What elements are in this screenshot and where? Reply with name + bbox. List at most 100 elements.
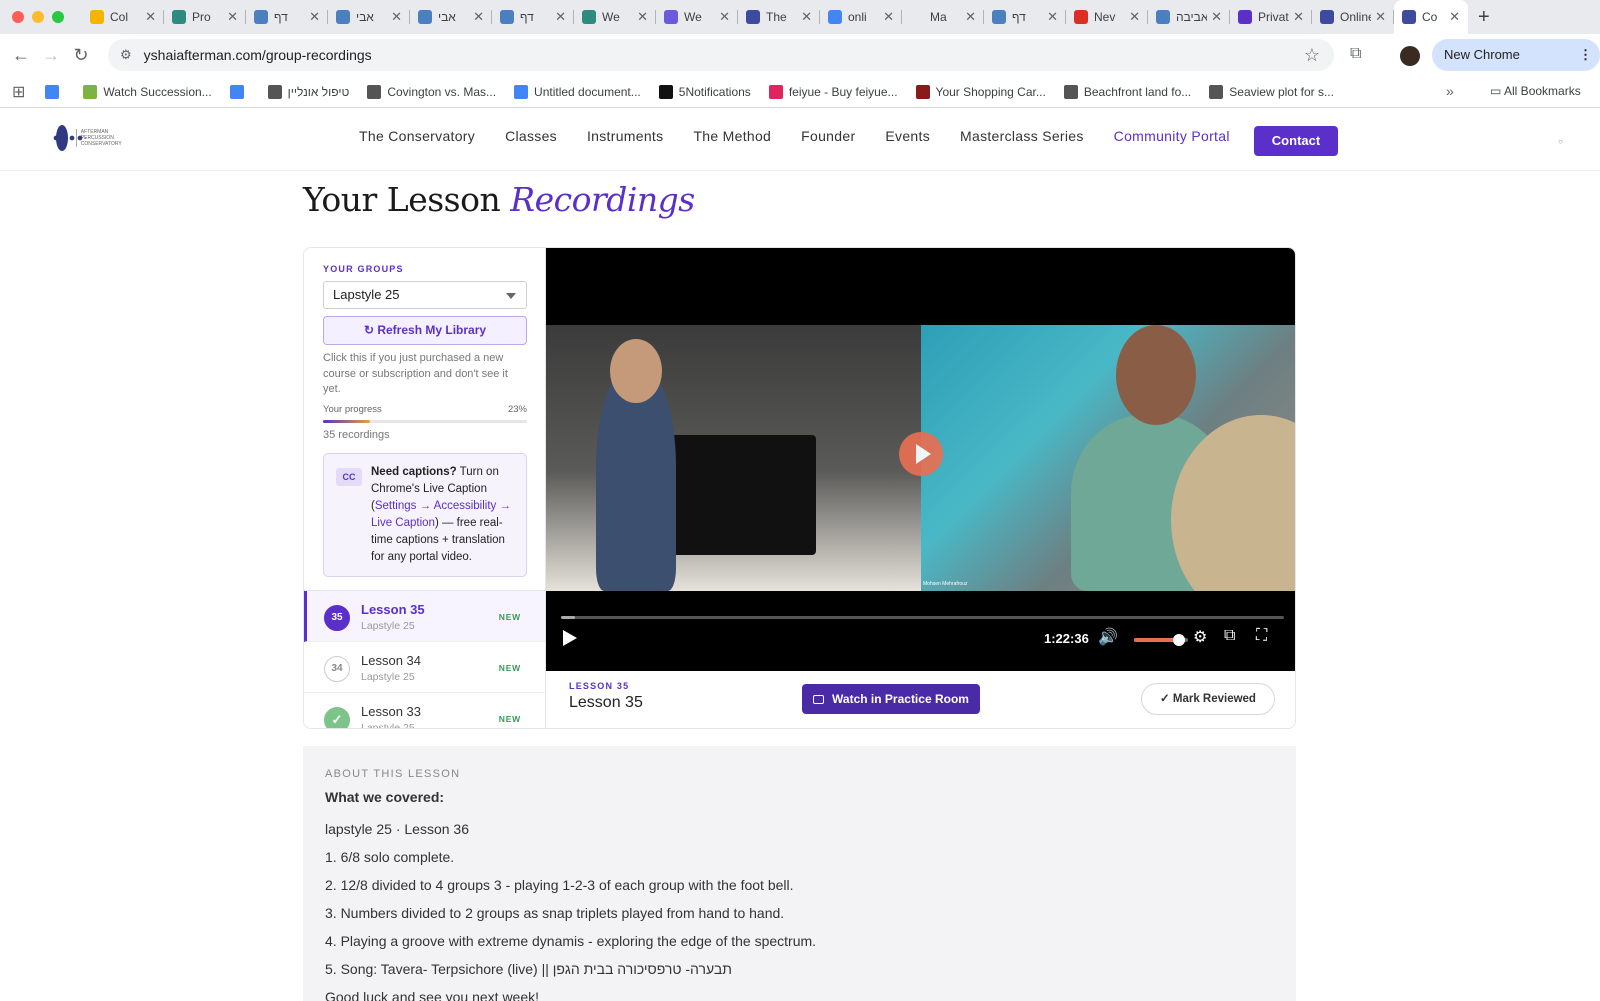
tab-5[interactable]: דף ✕ — [492, 0, 574, 34]
close-window-button[interactable] — [12, 11, 24, 23]
tab-15[interactable]: Online ✕ — [1312, 0, 1394, 34]
tab-4[interactable]: אבי ✕ — [410, 0, 492, 34]
bookmark-label: טיפול אונליין — [287, 84, 350, 99]
nav-link-instruments[interactable]: Instruments — [587, 128, 663, 144]
watch-in-practice-room-button[interactable]: Watch in Practice Room — [802, 684, 980, 714]
tab-6[interactable]: We ✕ — [574, 0, 656, 34]
tab-3[interactable]: אבי ✕ — [328, 0, 410, 34]
close-icon[interactable]: ✕ — [801, 9, 812, 25]
nav-link-community-portal[interactable]: Community Portal — [1114, 128, 1230, 144]
group-select[interactable]: Lapstyle 25 — [323, 281, 527, 309]
bookmark-item[interactable]: טיפול אונליין — [267, 84, 350, 99]
back-arrow-icon[interactable]: ← — [6, 45, 36, 66]
nav-link-the-conservatory[interactable]: The Conservatory — [359, 128, 475, 144]
close-icon[interactable]: ✕ — [555, 9, 566, 25]
new-tab-button[interactable]: + — [1478, 6, 1490, 29]
popout-icon[interactable]: ⧉ — [1224, 627, 1235, 645]
bookmark-item[interactable]: Watch Succession... — [83, 84, 212, 99]
menu-kebab-icon[interactable]: ⋮ — [1579, 39, 1592, 71]
play-icon[interactable] — [563, 630, 577, 646]
extensions-icon[interactable]: ⧉ — [1350, 45, 1361, 63]
big-play-icon[interactable] — [899, 432, 943, 476]
bookmark-item[interactable]: Covington vs. Mas... — [367, 84, 496, 99]
video-player[interactable]: Mohsen Mehrafrouz 1:22:36 🔊 ⚙ ⧉ ⛶ — [546, 248, 1295, 671]
close-icon[interactable]: ✕ — [227, 9, 238, 25]
bookmark-item[interactable]: Seaview plot for s... — [1209, 84, 1334, 99]
address-bar[interactable]: ⚙ yshaiafterman.com/group-recordings ☆ — [108, 39, 1334, 71]
tab-7[interactable]: We ✕ — [656, 0, 738, 34]
tab-10[interactable]: Ma ✕ — [902, 0, 984, 34]
tab-title: אבי — [356, 10, 374, 24]
apps-grid-icon[interactable]: ⊞ — [12, 82, 25, 102]
volume-icon[interactable]: 🔊 — [1098, 627, 1118, 647]
captions-tip-heading: Need captions? — [371, 466, 457, 478]
bookmark-item[interactable]: feiyue - Buy feiyue... — [768, 84, 898, 99]
close-icon[interactable]: ✕ — [719, 9, 730, 25]
close-icon[interactable]: ✕ — [145, 9, 156, 25]
forward-arrow-icon[interactable]: → — [36, 45, 66, 66]
close-icon[interactable]: ✕ — [1211, 9, 1222, 25]
close-icon[interactable]: ✕ — [1047, 9, 1058, 25]
close-icon[interactable]: ✕ — [391, 9, 402, 25]
close-icon[interactable]: ✕ — [1293, 9, 1304, 25]
seek-bar[interactable] — [561, 616, 1284, 619]
tab-11[interactable]: דף ✕ — [984, 0, 1066, 34]
nav-link-masterclass-series[interactable]: Masterclass Series — [960, 128, 1084, 144]
lesson-list-item[interactable]: 34 Lesson 34 Lapstyle 25 NEW — [304, 642, 545, 693]
close-icon[interactable]: ✕ — [1129, 9, 1140, 25]
update-chrome-button[interactable]: New Chrome available ⋮ — [1432, 39, 1600, 94]
person-left-head-shape — [610, 339, 662, 403]
bookmark-favicon — [1063, 84, 1078, 99]
close-icon[interactable]: ✕ — [1375, 9, 1386, 25]
tab-12[interactable]: Nev ✕ — [1066, 0, 1148, 34]
tab-title: Nev — [1094, 10, 1116, 24]
bookmark-item[interactable]: 5Notifications — [658, 84, 751, 99]
close-icon[interactable]: ✕ — [883, 9, 894, 25]
bookmark-item[interactable]: Your Shopping Car... — [915, 84, 1046, 99]
tab-active[interactable]: Co ✕ — [1394, 0, 1468, 34]
close-icon[interactable]: ✕ — [1449, 9, 1460, 25]
tab-8[interactable]: The ✕ — [738, 0, 820, 34]
tab-9[interactable]: onli ✕ — [820, 0, 902, 34]
tab-13[interactable]: אביבה ✕ — [1148, 0, 1230, 34]
lesson-list-item[interactable]: ✓ Lesson 33 Lapstyle 25 NEW — [304, 693, 545, 728]
refresh-library-button[interactable]: ↻ Refresh My Library — [323, 316, 527, 345]
bookmark-item[interactable] — [45, 84, 65, 99]
site-info-icon[interactable]: ⚙ — [120, 47, 132, 63]
tab-14[interactable]: Private ✕ — [1230, 0, 1312, 34]
video-frame[interactable]: Mohsen Mehrafrouz — [546, 325, 1295, 591]
nav-link-the-method[interactable]: The Method — [693, 128, 771, 144]
settings-gear-icon[interactable]: ⚙ — [1193, 627, 1207, 647]
bookmark-item[interactable]: Beachfront land fo... — [1063, 84, 1191, 99]
volume-slider[interactable] — [1134, 634, 1188, 646]
tab-2[interactable]: דף ✕ — [246, 0, 328, 34]
tab-title: Ma — [930, 10, 947, 24]
tab-favicon — [1402, 10, 1416, 24]
mark-reviewed-button[interactable]: ✓ Mark Reviewed — [1141, 683, 1275, 715]
nav-link-classes[interactable]: Classes — [505, 128, 557, 144]
bookmark-star-icon[interactable]: ☆ — [1304, 45, 1320, 66]
lesson-list-item[interactable]: 35 Lesson 35 Lapstyle 25 NEW — [304, 591, 545, 642]
nav-link-founder[interactable]: Founder — [801, 128, 855, 144]
menu-dot-icon[interactable]: ○ — [1558, 137, 1563, 146]
close-icon[interactable]: ✕ — [965, 9, 976, 25]
closed-captions-icon: CC — [336, 468, 362, 486]
close-icon[interactable]: ✕ — [309, 9, 320, 25]
maximize-window-button[interactable] — [52, 11, 64, 23]
bookmark-item[interactable] — [229, 84, 250, 99]
close-icon[interactable]: ✕ — [637, 9, 648, 25]
more-bookmarks-chevron-icon[interactable]: » — [1446, 83, 1454, 99]
fullscreen-icon[interactable]: ⛶ — [1256, 627, 1267, 645]
tab-favicon — [336, 10, 350, 24]
profile-avatar[interactable] — [1400, 46, 1420, 66]
nav-link-events[interactable]: Events — [885, 128, 930, 144]
minimize-window-button[interactable] — [32, 11, 44, 23]
contact-button[interactable]: Contact — [1254, 126, 1338, 156]
reload-icon[interactable]: ↻ — [66, 45, 96, 66]
bookmark-item[interactable]: Untitled document... — [514, 84, 641, 99]
site-logo[interactable]: AFTERMAN PERCUSSION CONSERVATORY — [52, 122, 128, 154]
tab-1[interactable]: Pro ✕ — [164, 0, 246, 34]
tab-0[interactable]: Col ✕ — [82, 0, 164, 34]
close-icon[interactable]: ✕ — [473, 9, 484, 25]
all-bookmarks-button[interactable]: ▭ All Bookmarks — [1490, 84, 1581, 98]
